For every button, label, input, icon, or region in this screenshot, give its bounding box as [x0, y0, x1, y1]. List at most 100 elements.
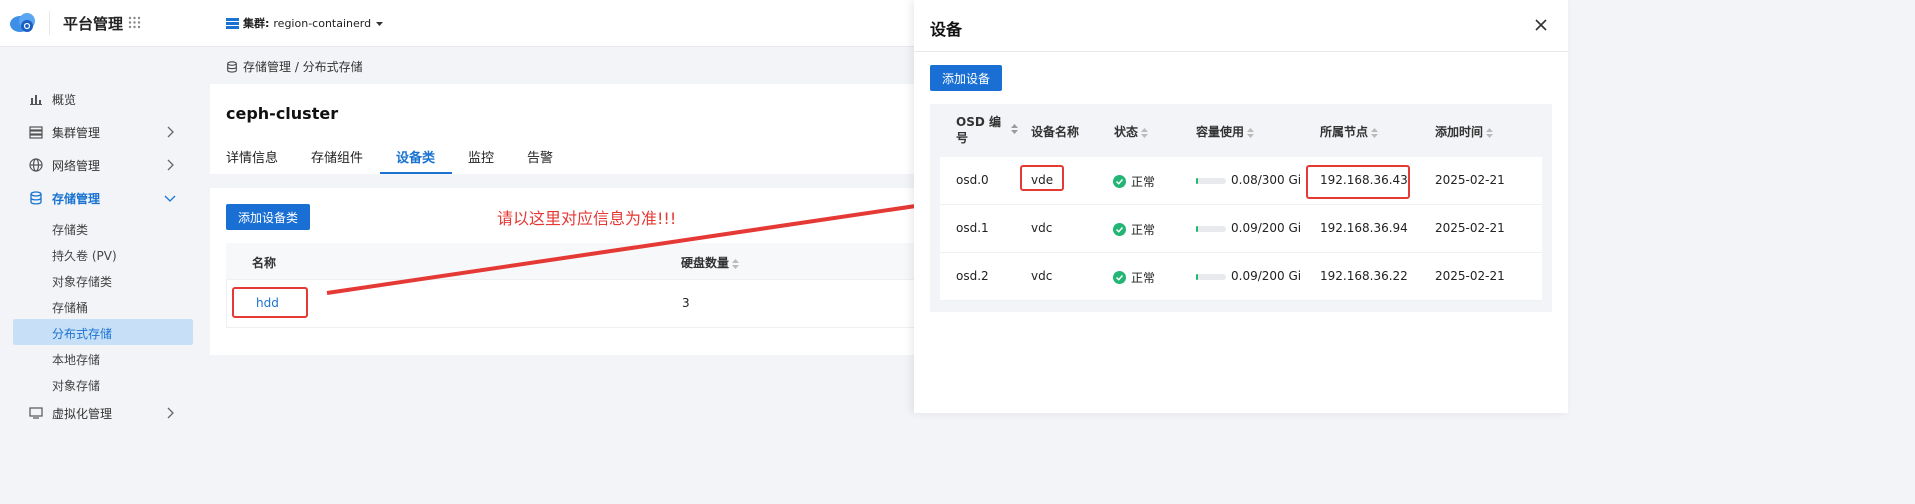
osd-id: osd.1 [956, 221, 989, 235]
sidebar-subitem-label: 对象存储 [52, 379, 101, 393]
usage-bar [1196, 177, 1226, 184]
sidebar-item-label: 网络管理 [52, 158, 101, 173]
node-ip: 192.168.36.22 [1320, 269, 1408, 283]
check-circle-icon [1113, 271, 1126, 284]
chevron-right-icon [167, 407, 174, 419]
sort-icon [1141, 127, 1149, 138]
column-header-label: OSD 编号 [956, 115, 1001, 145]
sidebar-subitem-local-storage[interactable]: 本地存储 [13, 345, 193, 371]
table-row: osd.1 vdc 正常 0.09/200 Gi 192.168.36.94 2… [940, 205, 1542, 253]
sidebar-subitem-bucket[interactable]: 存储桶 [13, 293, 193, 319]
highlight-box-node [1306, 165, 1410, 199]
sidebar-item-label: 概览 [52, 92, 77, 107]
usage-text: 0.08/300 Gi [1231, 173, 1302, 187]
highlight-box-hdd [232, 287, 308, 318]
sidebar-subitem-object-storage[interactable]: 对象存储 [13, 371, 193, 397]
status-text: 正常 [1131, 223, 1156, 237]
usage-bar-fill [1196, 177, 1198, 184]
sidebar-subitem-distributed-storage[interactable]: 分布式存储 [13, 319, 193, 345]
device-table: OSD 编号 设备名称 状态 容量使用 所属节点 添加时间 osd.0 vde … [930, 104, 1552, 312]
status: 正常 [1113, 173, 1155, 190]
capacity-usage: 0.09/200 Gi [1196, 221, 1301, 235]
add-device-class-button[interactable]: 添加设备类 [226, 204, 310, 230]
breadcrumb: 存储管理 / 分布式存储 [226, 58, 363, 75]
chart-icon [30, 95, 42, 105]
node-ip: 192.168.36.94 [1320, 221, 1408, 235]
added-date: 2025-02-21 [1435, 221, 1505, 235]
column-header-label: 状态 [1114, 125, 1139, 139]
server-icon [29, 126, 43, 139]
app-title: 平台管理 [63, 15, 124, 33]
cluster-icon [226, 17, 239, 29]
sidebar-subitem-storage-class[interactable]: 存储类 [13, 215, 193, 241]
sidebar-item-overview[interactable]: 概览 [13, 86, 193, 112]
sidebar-item-network[interactable]: 网络管理 [13, 152, 193, 178]
page-title: ceph-cluster [226, 104, 339, 123]
sort-icon [1371, 127, 1379, 138]
cluster-label: 集群: [243, 17, 270, 30]
globe-icon [29, 158, 43, 172]
sidebar-subitem-label: 存储类 [52, 223, 89, 237]
sidebar-subitem-label: 持久卷 (PV) [52, 249, 117, 263]
usage-bar-fill [1196, 225, 1198, 232]
usage-text: 0.09/200 Gi [1231, 269, 1302, 283]
tab-details[interactable]: 详情信息 [226, 147, 311, 173]
check-circle-icon [1113, 223, 1126, 236]
status-text: 正常 [1131, 175, 1156, 189]
osd-id: osd.0 [956, 173, 989, 187]
sidebar-subitem-pv[interactable]: 持久卷 (PV) [13, 241, 193, 267]
add-device-button[interactable]: 添加设备 [930, 65, 1002, 91]
close-icon[interactable] [1534, 18, 1548, 32]
sidebar-subitem-label: 分布式存储 [52, 327, 113, 341]
device-name: vdc [1031, 269, 1053, 283]
apps-grid-icon[interactable] [128, 16, 141, 29]
cluster-detail-card: ceph-cluster 详情信息 存储组件 设备类 监控 告警 [210, 84, 930, 174]
database-icon [227, 60, 237, 73]
capacity-usage: 0.09/200 Gi [1196, 269, 1301, 283]
column-header-label: 添加时间 [1435, 125, 1484, 139]
database-icon [30, 191, 42, 205]
sidebar-item-label: 集群管理 [52, 125, 101, 140]
usage-bar [1196, 273, 1226, 280]
sidebar-item-virtualization[interactable]: 虚拟化管理 [13, 400, 193, 426]
header-divider [49, 11, 50, 35]
capacity-usage: 0.08/300 Gi [1196, 173, 1301, 187]
sidebar-subitem-label: 对象存储类 [52, 275, 113, 289]
sidebar-item-cluster[interactable]: 集群管理 [13, 119, 193, 145]
usage-bar [1196, 225, 1226, 232]
sidebar: 概览 集群管理 网络管理 存储管理 存储类 持久卷 (PV) 对象存储类 存储桶… [0, 47, 205, 421]
sidebar-subitem-label: 存储桶 [52, 301, 89, 315]
added-date: 2025-02-21 [1435, 173, 1505, 187]
sidebar-item-label: 存储管理 [52, 191, 101, 206]
breadcrumb-text[interactable]: 存储管理 / 分布式存储 [243, 58, 363, 75]
usage-bar-fill [1196, 273, 1198, 280]
sidebar-item-label: 虚拟化管理 [52, 406, 113, 421]
cluster-value: region-containerd [273, 16, 372, 30]
drawer-divider [914, 51, 1568, 52]
device-drawer: 设备 添加设备 OSD 编号 设备名称 状态 容量使用 所属节点 添加时间 os… [914, 0, 1568, 413]
cloud-logo-icon[interactable] [8, 9, 38, 35]
chevron-down-icon [164, 195, 176, 202]
chevron-right-icon [167, 159, 174, 171]
added-date: 2025-02-21 [1435, 269, 1505, 283]
check-circle-icon [1113, 175, 1126, 188]
highlight-box-device [1020, 165, 1064, 191]
sort-icon [1247, 127, 1255, 138]
sidebar-item-storage[interactable]: 存储管理 [13, 185, 193, 211]
vm-icon [29, 407, 43, 419]
sidebar-subitem-label: 本地存储 [52, 353, 101, 367]
osd-id: osd.2 [956, 269, 989, 283]
column-header-name: 名称 [252, 256, 277, 270]
column-header-label: 容量使用 [1196, 125, 1245, 139]
caret-down-icon [376, 21, 384, 26]
status: 正常 [1113, 221, 1155, 238]
chevron-right-icon [167, 126, 174, 138]
status-text: 正常 [1131, 271, 1156, 285]
sidebar-subitem-object-storage-class[interactable]: 对象存储类 [13, 267, 193, 293]
drawer-title: 设备 [930, 20, 963, 39]
column-header-label: 所属节点 [1320, 125, 1369, 139]
sort-icon [1486, 127, 1494, 138]
cluster-selector[interactable]: 集群: region-containerd [226, 15, 384, 31]
table-row: osd.2 vdc 正常 0.09/200 Gi 192.168.36.22 2… [940, 253, 1542, 301]
status: 正常 [1113, 269, 1155, 286]
